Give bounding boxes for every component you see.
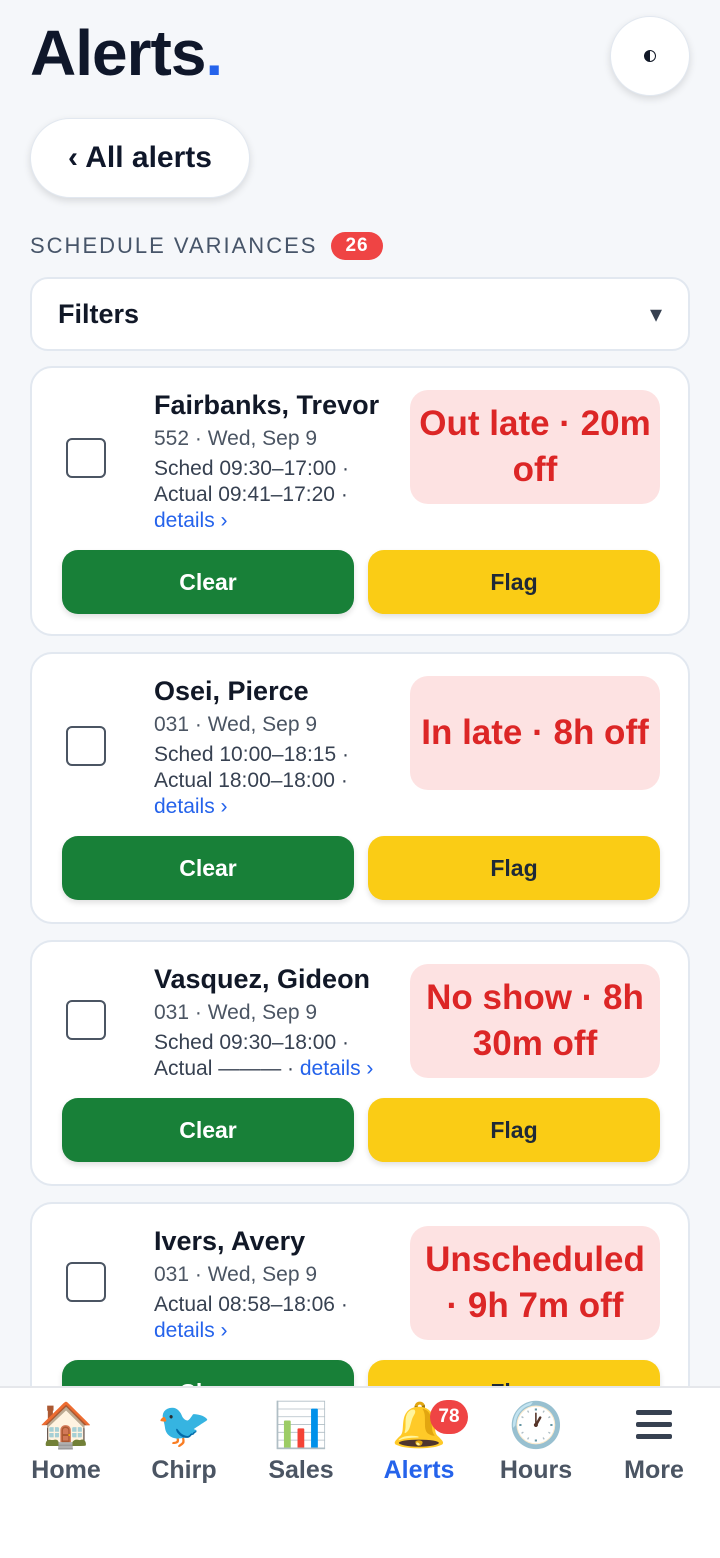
nav-label: Chirp <box>151 1456 217 1484</box>
alerts-count-badge: 78 <box>430 1400 468 1434</box>
store-date: 031 · Wed, Sep 9 <box>154 1001 318 1024</box>
filters-label: Filters <box>58 298 140 329</box>
employee-name: Vasquez, Gideon <box>154 964 371 994</box>
scheduled-time: Sched 10:00–18:15 · <box>154 743 349 766</box>
schedule-times: Sched 10:00–18:15 · Actual 18:00–18:00 ·… <box>154 742 394 820</box>
clear-button[interactable]: Clear <box>62 1098 354 1162</box>
schedule-times: Sched 09:30–17:00 · Actual 09:41–17:20 ·… <box>154 456 394 534</box>
page-header: Alerts. <box>30 14 223 92</box>
bar-chart-icon: 📊 <box>273 1401 329 1450</box>
house-icon: 🏠 <box>38 1401 94 1450</box>
select-checkbox[interactable] <box>66 438 106 478</box>
flag-button[interactable]: Flag <box>368 836 660 900</box>
nav-label: Sales <box>268 1456 334 1484</box>
title-dot: . <box>205 17 223 89</box>
variance-badge: Out late · 20m off <box>410 390 660 504</box>
bird-icon: 🐦 <box>156 1401 212 1450</box>
variance-badge: Unscheduled · 9h 7m off <box>410 1226 660 1340</box>
details-link[interactable]: details › <box>154 509 228 532</box>
flag-button[interactable]: Flag <box>368 550 660 614</box>
store-date: 552 · Wed, Sep 9 <box>154 427 318 450</box>
all-alerts-back-button[interactable]: ‹ All alerts <box>30 118 250 198</box>
nav-label: Alerts <box>383 1456 455 1484</box>
variance-badge: No show · 8h 30m off <box>410 964 660 1078</box>
details-link[interactable]: details › <box>300 1057 374 1080</box>
employee-info: Osei, Pierce 031 · Wed, Sep 9 Sched 10:0… <box>154 674 394 820</box>
actual-time: Actual 09:41–17:20 · <box>154 483 348 506</box>
details-link[interactable]: details › <box>154 795 228 818</box>
variance-count-badge: 26 <box>331 232 383 260</box>
section-header: SCHEDULE VARIANCES 26 <box>30 232 383 260</box>
variance-card: Fairbanks, Trevor 552 · Wed, Sep 9 Sched… <box>30 366 690 636</box>
clear-button[interactable]: Clear <box>62 836 354 900</box>
filters-dropdown[interactable]: Filters ▾ <box>30 277 690 351</box>
clock-icon: 🕐 <box>508 1401 564 1450</box>
select-checkbox[interactable] <box>66 1000 106 1040</box>
nav-sales[interactable]: 📊 Sales <box>242 1398 360 1485</box>
schedule-times: Actual 08:58–18:06 · details › <box>154 1292 394 1344</box>
select-checkbox[interactable] <box>66 1262 106 1302</box>
nav-home[interactable]: 🏠 Home <box>7 1398 125 1485</box>
caret-down-icon: ▾ <box>649 300 662 328</box>
employee-name: Osei, Pierce <box>154 676 309 706</box>
actual-time: Actual ——— · <box>154 1057 300 1080</box>
section-label: SCHEDULE VARIANCES <box>30 233 318 258</box>
menu-icon <box>595 1398 713 1454</box>
nav-hours[interactable]: 🕐 Hours <box>477 1398 595 1485</box>
scheduled-time: Sched 09:30–17:00 · <box>154 457 349 480</box>
employee-name: Fairbanks, Trevor <box>154 390 380 420</box>
nav-label: Home <box>31 1456 101 1484</box>
employee-info: Ivers, Avery 031 · Wed, Sep 9 Actual 08:… <box>154 1224 394 1344</box>
actual-time: Actual 18:00–18:00 · <box>154 769 348 792</box>
employee-info: Vasquez, Gideon 031 · Wed, Sep 9 Sched 0… <box>154 962 394 1082</box>
bottom-nav: 🏠 Home 🐦 Chirp 📊 Sales 🔔 78 Alerts 🕐 Hou… <box>0 1386 720 1558</box>
schedule-times: Sched 09:30–18:00 · Actual ——— · details… <box>154 1030 394 1082</box>
store-date: 031 · Wed, Sep 9 <box>154 713 318 736</box>
select-checkbox[interactable] <box>66 726 106 766</box>
scheduled-time: Sched 09:30–18:00 · <box>154 1031 349 1054</box>
nav-more[interactable]: More <box>595 1398 713 1485</box>
theme-toggle-button[interactable] <box>610 16 690 96</box>
variance-card: Osei, Pierce 031 · Wed, Sep 9 Sched 10:0… <box>30 652 690 924</box>
clear-button[interactable]: Clear <box>62 550 354 614</box>
variance-card: Vasquez, Gideon 031 · Wed, Sep 9 Sched 0… <box>30 940 690 1186</box>
nav-label: Hours <box>499 1456 573 1484</box>
employee-info: Fairbanks, Trevor 552 · Wed, Sep 9 Sched… <box>154 388 394 534</box>
actual-time: Actual 08:58–18:06 · <box>154 1293 348 1316</box>
nav-alerts[interactable]: 🔔 78 Alerts <box>360 1398 478 1485</box>
half-moon-icon <box>644 50 656 62</box>
employee-name: Ivers, Avery <box>154 1226 306 1256</box>
variance-badge: In late · 8h off <box>410 676 660 790</box>
nav-chirp[interactable]: 🐦 Chirp <box>125 1398 243 1485</box>
store-date: 031 · Wed, Sep 9 <box>154 1263 318 1286</box>
nav-label: More <box>624 1456 684 1484</box>
flag-button[interactable]: Flag <box>368 1098 660 1162</box>
page-title: Alerts. <box>30 17 223 89</box>
details-link[interactable]: details › <box>154 1319 228 1342</box>
